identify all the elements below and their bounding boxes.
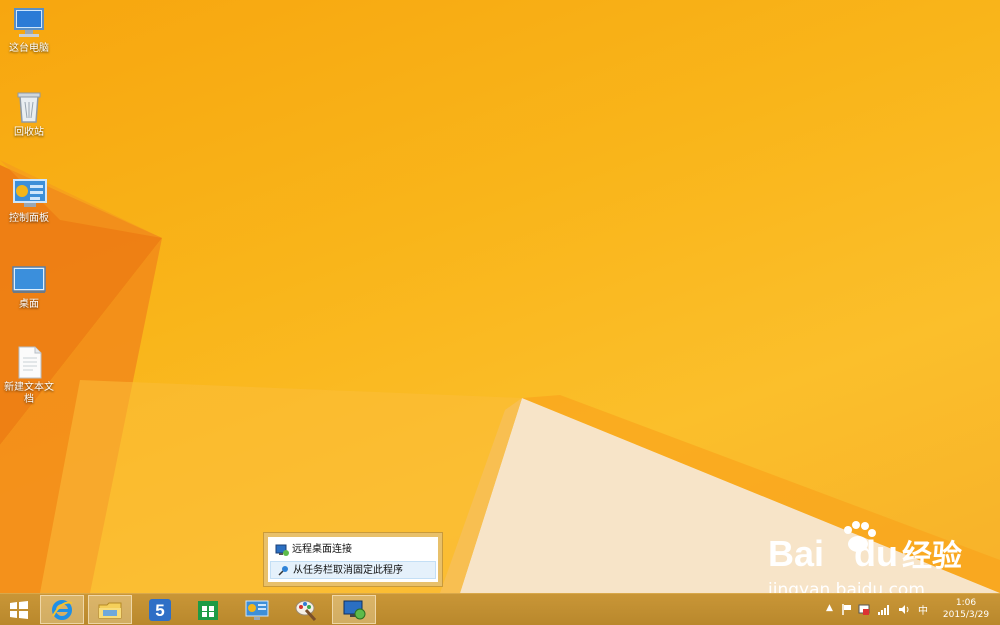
volume-icon[interactable] — [898, 604, 910, 615]
desktop-icon-label: 新建文本文档 — [4, 382, 54, 405]
ime-indicator[interactable]: 中 — [918, 602, 928, 617]
recycle-bin-icon — [17, 92, 41, 123]
ie-icon — [52, 599, 73, 620]
start-button[interactable] — [0, 595, 38, 624]
taskbar-jump-list: 远程桌面连接 从任务栏取消固定此程序 — [263, 532, 443, 587]
remote-desktop-icon — [275, 544, 289, 556]
desktop-icon-label: 这台电脑 — [9, 43, 49, 54]
control-panel-icon — [245, 600, 269, 620]
taskbar-app-store[interactable] — [186, 595, 230, 624]
desktop-icon-desktop[interactable]: 桌面 — [1, 264, 57, 311]
taskbar-app-5[interactable]: 5 — [138, 595, 182, 624]
svg-text:5: 5 — [155, 601, 164, 620]
clock-date: 2015/3/29 — [942, 610, 990, 620]
taskbar-app-remote-desktop[interactable] — [332, 595, 376, 624]
desktop-icon-label: 回收站 — [14, 127, 44, 138]
desktop[interactable]: 这台电脑 回收站 控制面板 桌面 新建文本文档 Bai du 经验 jingya… — [0, 0, 1000, 593]
windows-logo-icon — [10, 600, 28, 619]
text-document-icon — [18, 346, 42, 379]
show-hidden-icons-button[interactable]: ▲ — [826, 603, 833, 613]
clock-time: 1:06 — [955, 598, 977, 608]
desktop-icon-recycle-bin[interactable]: 回收站 — [1, 90, 57, 139]
number-5-icon: 5 — [149, 598, 171, 621]
desktop-icon-label: 桌面 — [19, 299, 39, 310]
menu-item-label: 从任务栏取消固定此程序 — [293, 565, 403, 576]
taskbar: 5 ▲ 中 1:06 2015/3/29 — [0, 593, 1000, 625]
folder-icon — [98, 602, 122, 618]
action-center-flag-icon[interactable] — [842, 604, 852, 615]
watermark-url: jingyan.baidu.com — [768, 580, 925, 593]
store-icon — [198, 600, 218, 620]
remote-desktop-icon — [343, 600, 366, 619]
watermark-brand-cn: 经验 — [902, 540, 963, 573]
taskbar-app-control-panel[interactable] — [235, 595, 279, 624]
paint-icon — [295, 600, 317, 621]
menu-item-unpin[interactable]: 从任务栏取消固定此程序 — [270, 561, 436, 579]
menu-item-remote-desktop[interactable]: 远程桌面连接 — [270, 541, 436, 559]
menu-item-label: 远程桌面连接 — [292, 544, 352, 555]
wallpaper-shapes — [0, 160, 1000, 593]
taskbar-app-internet-explorer[interactable] — [40, 595, 84, 624]
computer-icon — [14, 8, 44, 37]
desktop-icon-label: 控制面板 — [9, 213, 49, 224]
taskbar-app-paint[interactable] — [284, 595, 328, 624]
desktop-icon-new-text-document[interactable]: 新建文本文档 — [1, 345, 57, 406]
taskbar-clock[interactable]: 1:06 2015/3/29 — [938, 597, 994, 621]
watermark-brand: Bai — [768, 533, 825, 574]
desktop-icon-control-panel[interactable]: 控制面板 — [1, 176, 57, 225]
signal-bars-icon[interactable] — [878, 604, 890, 615]
control-panel-icon — [13, 179, 47, 207]
desktop-icon-this-pc[interactable]: 这台电脑 — [1, 6, 57, 55]
watermark-brand-du: du — [854, 533, 899, 574]
desktop-folder-icon — [12, 266, 46, 293]
taskbar-app-file-explorer[interactable] — [88, 595, 132, 624]
unpin-icon — [278, 566, 288, 576]
network-warning-icon[interactable] — [858, 604, 870, 616]
